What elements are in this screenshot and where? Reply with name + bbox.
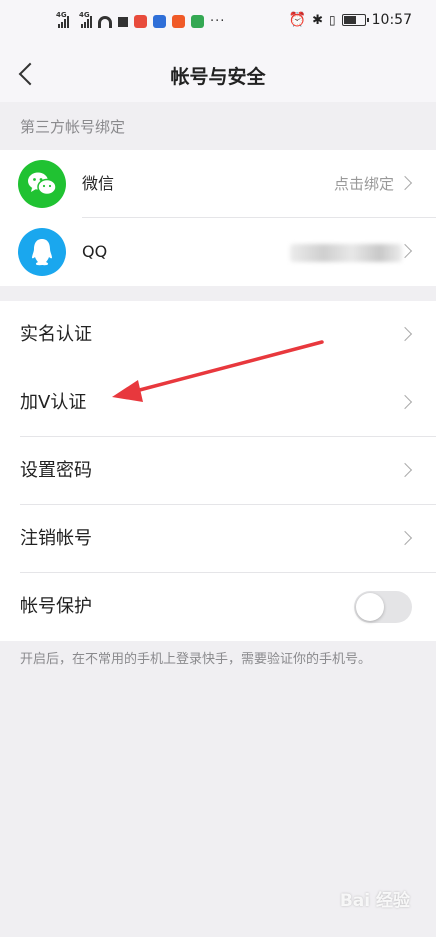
- qq-icon: [18, 228, 66, 276]
- battery-icon: [341, 14, 369, 26]
- watermark-logo: Bai 经验: [339, 891, 410, 911]
- chevron-right-icon: [397, 462, 413, 478]
- wifi-icon: [98, 15, 112, 28]
- list-item-wechat[interactable]: 微信 点击绑定: [0, 150, 436, 218]
- app-notification-icon: [172, 15, 185, 28]
- app-notification-icon: [153, 15, 166, 28]
- app-notification-icon: [191, 15, 204, 28]
- clock: 10:57: [371, 12, 412, 28]
- account-protection-toggle[interactable]: [354, 591, 412, 623]
- protection-footnote: 开启后，在不常用的手机上登录快手，需要验证你的手机号。: [20, 652, 372, 667]
- real-name-label: 实名认证: [20, 324, 92, 345]
- nav-header: 帐号与安全: [0, 50, 436, 102]
- cancel-account-label: 注销帐号: [20, 528, 92, 549]
- more-notifications-icon: ···: [210, 14, 226, 29]
- redacted-account: [290, 244, 402, 262]
- app-notification-icon: [134, 15, 147, 28]
- chevron-right-icon: [397, 530, 413, 546]
- verify-v-label: 加V认证: [20, 392, 87, 413]
- list-item-verify-v[interactable]: 加V认证: [0, 369, 436, 437]
- toggle-knob: [356, 593, 384, 621]
- status-right: ⏰ ✱ ▯ 10:57: [289, 12, 412, 28]
- signal-icon-2: 4G: [79, 11, 92, 28]
- status-left: 4G 4G ···: [56, 11, 226, 29]
- alarm-icon: ⏰: [288, 12, 307, 28]
- chevron-right-icon: [397, 175, 413, 191]
- bind-hint: 点击绑定: [333, 175, 394, 193]
- chevron-right-icon: [397, 326, 413, 342]
- signal-icon: 4G: [56, 11, 69, 28]
- settings-group: 实名认证 加V认证 设置密码 注销帐号 帐号保护: [0, 301, 436, 641]
- chevron-right-icon: [397, 394, 413, 410]
- wechat-label: 微信: [82, 174, 115, 193]
- list-item-real-name[interactable]: 实名认证: [0, 301, 436, 369]
- section-label-third-party: 第三方帐号绑定: [20, 118, 126, 136]
- vibrate-icon: ▯: [329, 13, 336, 27]
- notification-icon: [118, 16, 128, 27]
- list-item-cancel-account[interactable]: 注销帐号: [0, 505, 436, 573]
- bluetooth-icon: ✱: [312, 12, 324, 28]
- list-item-account-protection: 帐号保护: [0, 573, 436, 641]
- third-party-group: 微信 点击绑定 QQ: [0, 150, 436, 286]
- page-title: 帐号与安全: [170, 66, 266, 88]
- wechat-icon: [18, 160, 66, 208]
- set-password-label: 设置密码: [20, 460, 92, 481]
- qq-label: QQ: [82, 242, 108, 261]
- list-item-qq[interactable]: QQ: [0, 218, 436, 286]
- account-protection-label: 帐号保护: [20, 596, 92, 617]
- list-item-set-password[interactable]: 设置密码: [0, 437, 436, 505]
- status-bar: 4G 4G ··· ⏰ ✱ ▯ 10:57: [0, 0, 436, 50]
